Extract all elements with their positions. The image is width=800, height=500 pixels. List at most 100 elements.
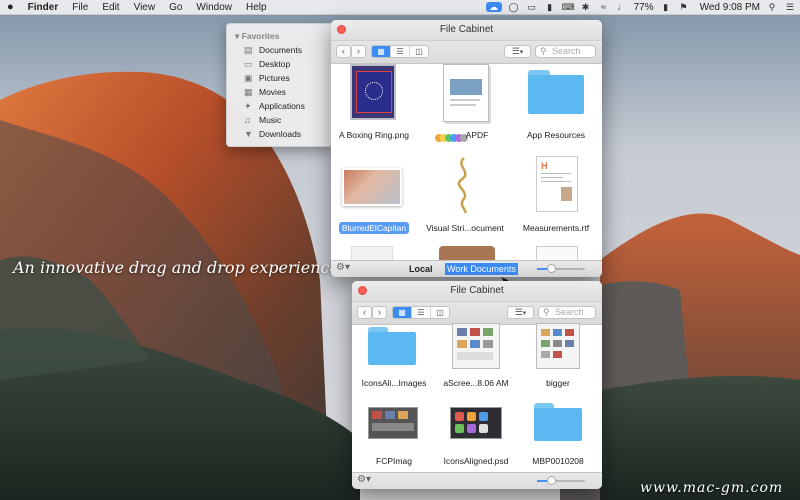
- applications-icon: ✦: [244, 101, 252, 111]
- search-field[interactable]: ⚲ Search: [538, 306, 596, 319]
- arrange-menu-button[interactable]: ☰▾: [507, 306, 534, 319]
- sidebar-item-music[interactable]: ♫ Music: [244, 115, 281, 125]
- file-name: Visual Stri...ocument: [426, 223, 504, 233]
- sidebar-item-pictures[interactable]: ▣ Pictures: [244, 73, 290, 84]
- favorites-header[interactable]: ▾ Favorites: [235, 31, 279, 42]
- sidebar-item-downloads[interactable]: ▼ Downloads: [244, 129, 301, 139]
- icon-view-icon[interactable]: ▦: [372, 46, 391, 57]
- back-button[interactable]: ‹: [357, 306, 372, 319]
- movies-icon: ▦: [244, 87, 253, 97]
- file-item[interactable]: H Measurements.rtf: [508, 156, 602, 242]
- keyboard-icon[interactable]: ⌨: [562, 2, 575, 12]
- window-titlebar[interactable]: File Cabinet: [352, 281, 602, 302]
- menu-bar: ● Finder File Edit View Go Window Help ☁…: [0, 0, 800, 15]
- gear-icon[interactable]: ⚙▾: [336, 262, 350, 273]
- forward-button[interactable]: ›: [351, 45, 366, 58]
- file-item[interactable]: APDF: [417, 64, 513, 150]
- sidebar-item-applications[interactable]: ✦ Applications: [244, 101, 305, 112]
- menu-file[interactable]: File: [65, 2, 95, 13]
- file-item[interactable]: Visual Stri...ocument: [417, 156, 513, 242]
- sidebar-item-documents[interactable]: ▤ Documents: [244, 45, 302, 56]
- icon-size-slider[interactable]: [537, 264, 585, 273]
- sidebar-item-desktop[interactable]: ▭ Desktop: [244, 59, 290, 70]
- window-title: File Cabinet: [439, 24, 494, 35]
- file-item-partial[interactable]: [536, 246, 578, 261]
- icon-size-slider[interactable]: [537, 476, 585, 485]
- flag-icon[interactable]: ⚑: [678, 2, 690, 12]
- stack-icon: ☰: [514, 307, 523, 317]
- sidebar-item-label: Desktop: [259, 59, 291, 69]
- close-button[interactable]: [358, 286, 367, 295]
- file-cabinet-window-bottom: File Cabinet ‹ › ▦ ☰ ◫ ☰▾ ⚲ Search Icons…: [352, 281, 602, 489]
- view-mode-segmented: ▦ ☰ ◫: [371, 45, 429, 58]
- menu-clock[interactable]: Wed 9:08 PM: [700, 2, 760, 13]
- chevron-right-icon: ›: [378, 307, 381, 317]
- wifi-icon[interactable]: ≈: [598, 2, 610, 12]
- menu-extras: ☁ ◯ ▭ ▮ ⌨ ✱ ≈ ♩ 77% ▮ ⚑ Wed 9:08 PM ⚲ ☰: [485, 0, 796, 14]
- display-icon[interactable]: ▮: [544, 2, 556, 12]
- file-name: App Resources: [526, 130, 586, 140]
- notification-center-icon[interactable]: ☰: [784, 2, 796, 12]
- search-icon[interactable]: ⚲: [766, 2, 778, 12]
- file-name: A Boxing Ring.png: [339, 130, 409, 140]
- folder-icon: [534, 403, 582, 441]
- search-field[interactable]: ⚲ Search: [535, 45, 596, 58]
- slider-knob[interactable]: [547, 264, 556, 273]
- file-item[interactable]: A Boxing Ring.png: [331, 64, 422, 150]
- close-button[interactable]: [337, 25, 346, 34]
- menu-app-finder[interactable]: Finder: [21, 2, 66, 13]
- battery-percent[interactable]: 77%: [634, 2, 654, 13]
- window-titlebar[interactable]: File Cabinet: [331, 20, 602, 41]
- search-icon: ⚲: [540, 46, 547, 56]
- sidebar-item-movies[interactable]: ▦ Movies: [244, 87, 286, 98]
- arrange-menu-button[interactable]: ☰▾: [504, 45, 531, 58]
- bluetooth-icon[interactable]: ✱: [580, 2, 592, 12]
- tab-local[interactable]: Local: [409, 264, 433, 274]
- airplay-icon[interactable]: ▭: [526, 2, 538, 12]
- window-toolbar: ‹ › ▦ ☰ ◫ ☰▾ ⚲ Search: [352, 302, 602, 325]
- image-file-icon: [342, 168, 402, 206]
- forward-button[interactable]: ›: [372, 306, 387, 319]
- apple-menu-icon[interactable]: ●: [0, 1, 21, 13]
- list-view-icon[interactable]: ☰: [412, 307, 431, 318]
- sidebar-item-label: Documents: [259, 45, 302, 55]
- gear-icon[interactable]: ⚙▾: [357, 474, 371, 485]
- icon-view-icon[interactable]: ▦: [393, 307, 412, 318]
- slider-knob[interactable]: [547, 476, 556, 485]
- battery-icon[interactable]: ▮: [660, 2, 672, 12]
- menu-edit[interactable]: Edit: [95, 2, 126, 13]
- file-item-partial[interactable]: [439, 246, 495, 260]
- cloud-icon[interactable]: ☁: [485, 2, 502, 12]
- file-item-partial[interactable]: [351, 246, 393, 261]
- column-view-icon[interactable]: ◫: [410, 46, 428, 57]
- sidebar-item-label: Music: [259, 115, 282, 125]
- menu-go[interactable]: Go: [162, 2, 189, 13]
- file-item[interactable]: bigger: [510, 323, 602, 393]
- sidebar-item-label: Pictures: [259, 73, 290, 83]
- list-view-icon[interactable]: ☰: [391, 46, 410, 57]
- back-button[interactable]: ‹: [336, 45, 351, 58]
- scribble-graphic: [457, 157, 467, 214]
- search-icon: ⚲: [543, 307, 550, 317]
- file-cabinet-window-top: File Cabinet ‹ › ▦ ☰ ◫ ☰▾ ⚲ Search A Box…: [331, 20, 602, 277]
- menu-help[interactable]: Help: [239, 2, 274, 13]
- file-item[interactable]: App Resources: [508, 64, 602, 150]
- disclosure-triangle-icon[interactable]: ▾: [235, 31, 239, 41]
- sidebar-item-label: Downloads: [259, 129, 302, 139]
- file-item[interactable]: MBP0010208: [510, 403, 602, 473]
- watermark-text: www.mac-gm.com: [640, 480, 784, 496]
- image-file-icon: [536, 323, 580, 369]
- volume-icon[interactable]: ♩: [616, 2, 628, 12]
- file-item[interactable]: BlurredElCapitan: [331, 156, 422, 242]
- pdf-file-icon: [443, 64, 489, 122]
- location-tabs: Local Work Documents: [409, 263, 518, 275]
- psd-file-icon: [450, 407, 502, 439]
- tagline-text: An innovative drag and drop experience.: [13, 258, 345, 277]
- sidebar-item-label: Movies: [259, 87, 286, 97]
- file-name-selected: BlurredElCapitan: [331, 222, 422, 234]
- music-icon: ♫: [244, 115, 251, 125]
- menu-view[interactable]: View: [127, 2, 163, 13]
- ghost-icon[interactable]: ◯: [508, 2, 520, 12]
- menu-window[interactable]: Window: [189, 2, 239, 13]
- column-view-icon[interactable]: ◫: [431, 307, 449, 318]
